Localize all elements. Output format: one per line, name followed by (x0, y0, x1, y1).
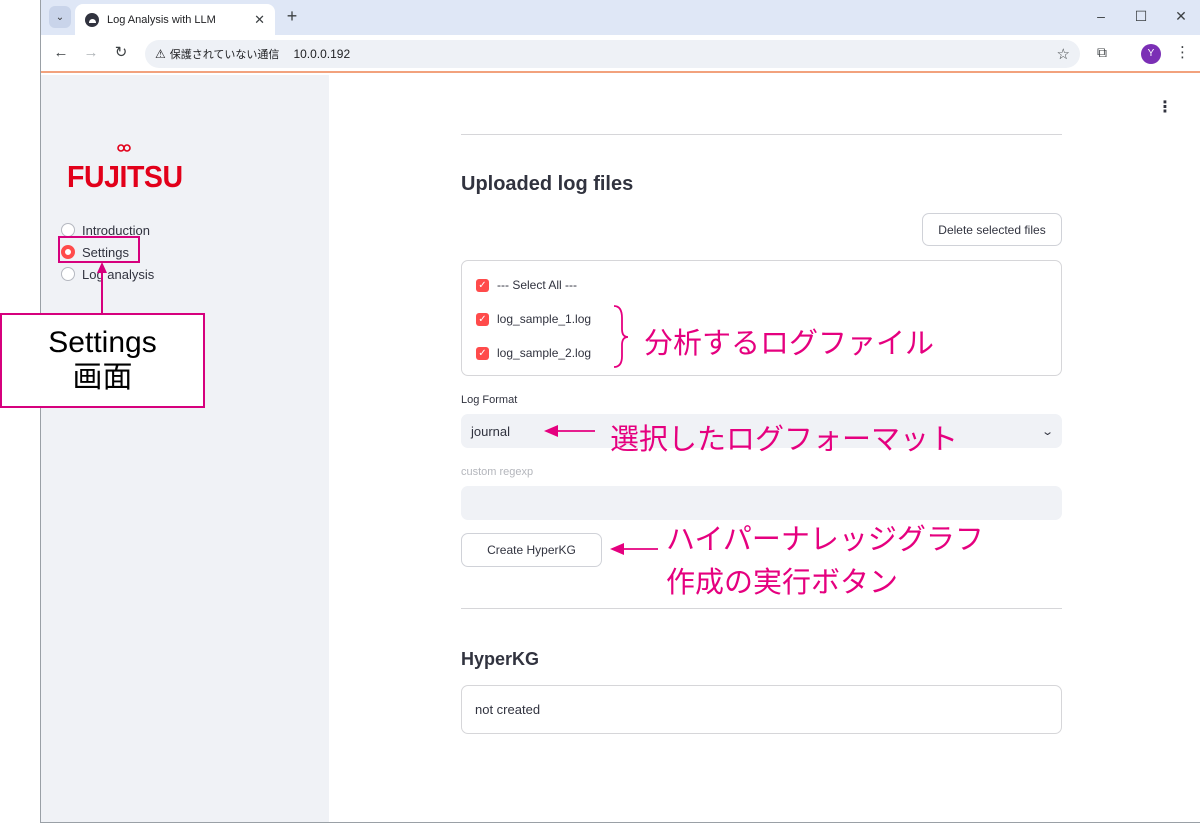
fujitsu-logo: FUJITSU (67, 159, 183, 194)
close-window-icon[interactable]: ✕ (1171, 8, 1191, 25)
log-format-annotation: 選択したログフォーマット (610, 422, 959, 456)
tab-close-icon[interactable]: ✕ (254, 12, 265, 28)
log-format-label: Log Format (461, 394, 518, 406)
checkbox-checked-icon[interactable]: ✓ (476, 312, 489, 326)
warning-triangle-icon[interactable]: ⚠ (155, 47, 166, 61)
uploaded-files-heading: Uploaded log files (461, 173, 634, 195)
security-status[interactable]: 保護されていない通信 (170, 46, 280, 62)
maximize-icon[interactable]: ☐ (1131, 8, 1151, 25)
tab-title: Log Analysis with LLM (107, 13, 216, 26)
callout-line-1: Settings (48, 326, 157, 359)
bookmark-star-icon[interactable]: ☆ (1057, 45, 1070, 63)
page-nav-radio-group: Introduction Settings Log analysis (61, 219, 154, 285)
url-text[interactable]: 10.0.0.192 (293, 47, 350, 61)
delete-selected-files-button[interactable]: Delete selected files (922, 213, 1062, 246)
create-hyperkg-button[interactable]: Create HyperKG (461, 533, 602, 567)
back-arrow-icon[interactable]: ← (51, 43, 71, 63)
minimize-icon[interactable]: – (1091, 8, 1111, 24)
settings-callout-box: Settings 画面 (0, 313, 205, 408)
checkbox-label[interactable]: log_sample_1.log (497, 312, 591, 326)
create-annotation-line-2: 作成の実行ボタン (666, 565, 899, 599)
browser-window: ⌄ Log Analysis with LLM ✕ + – ☐ ✕ ← → ↻ … (40, 0, 1200, 823)
chevron-down-icon[interactable]: ⌄ (1041, 425, 1054, 438)
divider (461, 608, 1062, 609)
radio-introduction[interactable] (61, 223, 75, 237)
hyperkg-status: not created (461, 685, 1062, 734)
reload-icon[interactable]: ↻ (111, 43, 131, 63)
callout-line-2: 画面 (72, 361, 133, 394)
checkbox-checked-icon[interactable]: ✓ (476, 278, 489, 292)
nav-item-label[interactable]: Log analysis (82, 267, 154, 282)
divider (461, 134, 1062, 135)
checkbox-label[interactable]: --- Select All --- (497, 278, 577, 292)
file-checkbox-item[interactable]: ✓ log_sample_2.log (476, 346, 591, 360)
extensions-puzzle-icon[interactable]: ⧉ (1097, 44, 1107, 61)
nav-item-introduction[interactable]: Introduction (61, 219, 154, 241)
nav-item-log-analysis[interactable]: Log analysis (61, 263, 154, 285)
nav-item-label[interactable]: Introduction (82, 223, 150, 238)
streamlit-favicon-icon (85, 12, 99, 27)
tab-search-chevron-icon[interactable]: ⌄ (49, 6, 71, 28)
select-all-checkbox-item[interactable]: ✓ --- Select All --- (476, 278, 577, 292)
address-bar[interactable]: ⚠ 保護されていない通信 10.0.0.192 ☆ (145, 40, 1080, 68)
radio-settings[interactable] (61, 245, 75, 259)
hyperkg-heading: HyperKG (461, 649, 540, 669)
forward-arrow-icon[interactable]: → (81, 43, 101, 63)
nav-item-label[interactable]: Settings (82, 245, 129, 260)
checkbox-label[interactable]: log_sample_2.log (497, 346, 591, 360)
checkbox-checked-icon[interactable]: ✓ (476, 346, 489, 360)
app-menu-kebab-icon[interactable]: ⋮ (1157, 97, 1173, 117)
log-files-annotation: 分析するログファイル (644, 326, 935, 360)
profile-avatar[interactable]: Y (1141, 44, 1161, 64)
nav-item-settings[interactable]: Settings (61, 241, 154, 263)
radio-log-analysis[interactable] (61, 267, 75, 281)
fujitsu-infinity-icon (117, 144, 131, 152)
sidebar: FUJITSU Introduction Settings Log analys… (41, 75, 329, 822)
custom-regexp-input[interactable] (461, 486, 1062, 520)
file-checkbox-item[interactable]: ✓ log_sample_1.log (476, 312, 591, 326)
browser-toolbar: ← → ↻ ⚠ 保護されていない通信 10.0.0.192 ☆ ⧉ Y ⋮ (41, 35, 1200, 73)
browser-tab[interactable]: Log Analysis with LLM ✕ (75, 4, 275, 35)
screenshot-stage: ⌄ Log Analysis with LLM ✕ + – ☐ ✕ ← → ↻ … (0, 0, 1200, 823)
browser-menu-kebab-icon[interactable]: ⋮ (1175, 43, 1190, 61)
custom-regexp-label: custom regexp (461, 466, 534, 478)
create-annotation-line-1: ハイパーナレッジグラフ (666, 522, 984, 556)
new-tab-plus-icon[interactable]: + (281, 6, 303, 27)
tab-strip: ⌄ Log Analysis with LLM ✕ + – ☐ ✕ (41, 0, 1200, 35)
